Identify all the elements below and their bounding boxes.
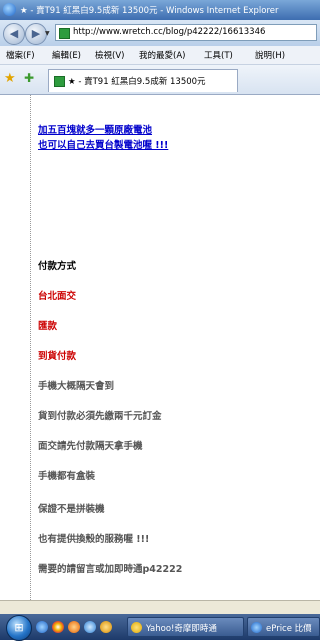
recent-pages-chevron-down-icon[interactable]: ▼	[45, 30, 50, 37]
note-deposit: 貨到付款必須先繳兩千元訂金	[38, 411, 162, 422]
window-title-bar: ★ - 賣T91 紅黑白9.5成新 13500元 - Windows Inter…	[0, 0, 320, 20]
eprice-ie-icon	[251, 622, 262, 633]
battery-link-2[interactable]: 也可以自己去買台製電池喔 !!!	[38, 137, 168, 151]
note-meetup: 面交請先付款隔天拿手機	[38, 441, 143, 452]
back-arrow-icon: ◀	[9, 27, 19, 40]
address-url[interactable]: http://www.wretch.cc/blog/p42222/1661334…	[73, 27, 265, 37]
note-delivery-time: 手機大概隔天會到	[38, 381, 115, 392]
tab-active[interactable]: ★ - 賣T91 紅黑白9.5成新 13500元	[48, 69, 238, 92]
note-box: 手機都有盒裝	[38, 471, 96, 482]
quicklaunch-firefox-icon[interactable]	[68, 621, 80, 633]
quicklaunch-folder-icon[interactable]	[100, 621, 112, 633]
status-bar	[0, 600, 320, 615]
menu-favorites[interactable]: 我的最愛(A)	[139, 49, 185, 61]
content-left-border	[30, 95, 31, 600]
note-contact: 需要的請留言或加即時通p42222	[38, 564, 183, 575]
page-content: 加五百塊就多一顆原廠電池 也可以自己去買台製電池喔 !!! 付款方式 台北面交 …	[0, 95, 320, 600]
add-favorites-icon[interactable]: ✚	[24, 71, 34, 85]
back-button[interactable]: ◀	[3, 23, 25, 45]
battery-link-1[interactable]: 加五百塊就多一顆原廠電池	[38, 122, 152, 136]
start-button[interactable]: ⊞	[6, 615, 32, 641]
favorites-star-icon[interactable]: ★	[4, 71, 16, 86]
menu-file[interactable]: 檔案(F)	[6, 49, 35, 61]
task-yahoo-label: Yahoo!奇摩即時通	[146, 624, 217, 634]
forward-button[interactable]: ▶	[25, 23, 47, 45]
note-case-swap: 也有提供換殼的服務喔 !!!	[38, 534, 150, 545]
taskbar: ⊞ Yahoo!奇摩即時通 ePrice 比價	[0, 614, 320, 641]
payment-heading: 付款方式	[38, 261, 77, 272]
address-bar[interactable]: http://www.wretch.cc/blog/p42222/1661334…	[55, 24, 317, 41]
navigation-bar: ◀ ▶ ▼ http://www.wretch.cc/blog/p42222/1…	[0, 20, 320, 46]
quicklaunch-ie-icon[interactable]	[36, 621, 48, 633]
tab-bar: ★ ✚ ★ - 賣T91 紅黑白9.5成新 13500元	[0, 65, 320, 95]
tab-favicon-icon	[54, 76, 65, 87]
tab-label: ★ - 賣T91 紅黑白9.5成新 13500元	[68, 77, 206, 87]
payment-option-meetup: 台北面交	[38, 291, 77, 302]
window-title: ★ - 賣T91 紅黑白9.5成新 13500元 - Windows Inter…	[20, 6, 279, 16]
menu-edit[interactable]: 編輯(E)	[52, 49, 81, 61]
internet-explorer-icon	[3, 3, 16, 16]
quicklaunch-ie-2-icon[interactable]	[84, 621, 96, 633]
note-not-assembled: 保證不是拼裝機	[38, 504, 105, 515]
menu-tools[interactable]: 工具(T)	[204, 49, 233, 61]
menu-view[interactable]: 檢視(V)	[95, 49, 124, 61]
task-yahoo-messenger[interactable]: Yahoo!奇摩即時通	[127, 617, 244, 637]
payment-option-cod: 到貨付款	[38, 351, 77, 362]
task-eprice[interactable]: ePrice 比價	[247, 617, 320, 637]
windows-logo-icon: ⊞	[14, 621, 24, 634]
payment-option-transfer: 匯款	[38, 321, 58, 332]
task-eprice-label: ePrice 比價	[266, 624, 312, 634]
menu-help[interactable]: 說明(H)	[255, 49, 285, 61]
yahoo-messenger-icon	[131, 622, 142, 633]
menu-bar: 檔案(F) 編輯(E) 檢視(V) 我的最愛(A) 工具(T) 說明(H)	[0, 46, 320, 65]
forward-arrow-icon: ▶	[31, 27, 41, 40]
page-favicon-icon	[59, 28, 70, 39]
quicklaunch-chrome-icon[interactable]	[52, 621, 64, 633]
